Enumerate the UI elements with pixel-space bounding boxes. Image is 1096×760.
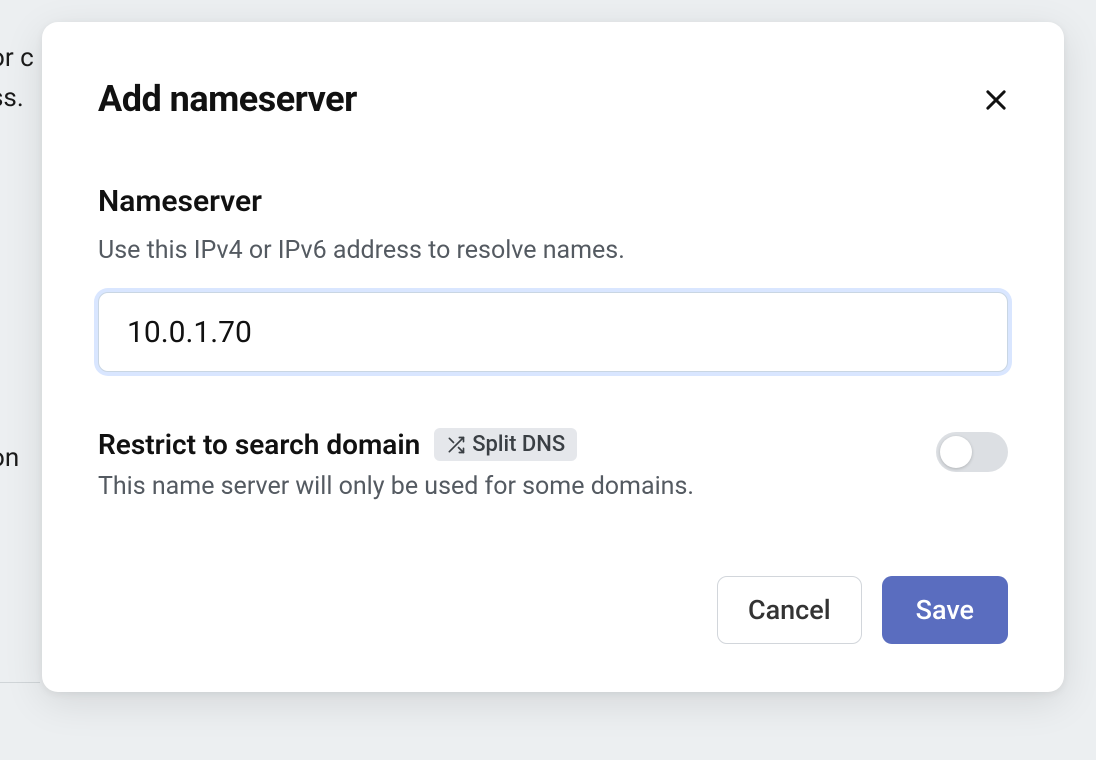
restrict-domain-toggle[interactable] bbox=[936, 432, 1008, 472]
toggle-knob bbox=[940, 436, 972, 468]
close-button[interactable] bbox=[978, 82, 1014, 118]
restrict-domain-info: Restrict to search domain Split DNS This… bbox=[98, 428, 936, 504]
split-dns-badge-label: Split DNS bbox=[472, 432, 565, 457]
background-divider bbox=[0, 682, 40, 683]
restrict-domain-title: Restrict to search domain bbox=[98, 428, 420, 461]
shuffle-icon bbox=[446, 435, 466, 455]
nameserver-help-text: Use this IPv4 or IPv6 address to resolve… bbox=[98, 233, 1008, 268]
restrict-domain-section: Restrict to search domain Split DNS This… bbox=[98, 428, 1008, 504]
restrict-domain-description: This name server will only be used for s… bbox=[98, 469, 936, 504]
save-button[interactable]: Save bbox=[882, 576, 1008, 644]
nameserver-label: Nameserver bbox=[98, 184, 1008, 219]
modal-header: Add nameserver bbox=[98, 78, 1008, 120]
background-text: or c bbox=[0, 40, 34, 76]
add-nameserver-modal: Add nameserver Nameserver Use this IPv4 … bbox=[42, 22, 1064, 692]
cancel-button[interactable]: Cancel bbox=[717, 576, 862, 644]
restrict-domain-header: Restrict to search domain Split DNS bbox=[98, 428, 936, 461]
background-text: on bbox=[0, 440, 19, 476]
nameserver-input[interactable] bbox=[98, 292, 1008, 372]
close-icon bbox=[982, 86, 1010, 114]
modal-title: Add nameserver bbox=[98, 78, 357, 120]
nameserver-field-section: Nameserver Use this IPv4 or IPv6 address… bbox=[98, 184, 1008, 372]
modal-footer: Cancel Save bbox=[98, 576, 1008, 644]
split-dns-badge: Split DNS bbox=[434, 428, 577, 461]
background-text: ss. bbox=[0, 80, 24, 116]
